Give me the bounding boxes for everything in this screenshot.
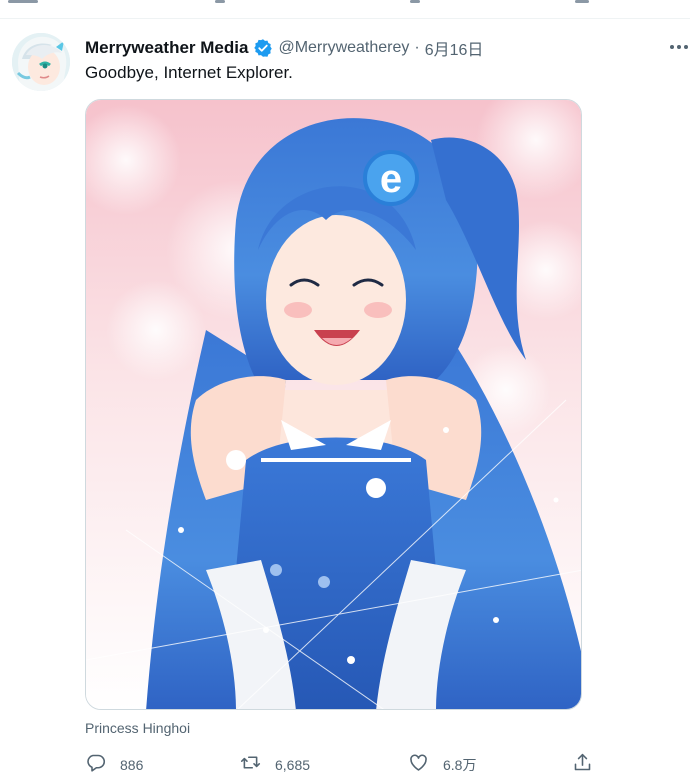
avatar[interactable] [12,33,70,91]
like-count: 6.8万 [443,757,477,773]
separator: · [414,39,420,56]
previous-tweet-edge [0,0,690,20]
tweet-header: Merryweather Media @Merryweatherey · 6月1… [85,37,483,59]
retweet-button[interactable]: 6,685 [240,752,310,778]
like-icon [408,752,429,778]
share-icon [572,752,593,778]
display-name[interactable]: Merryweather Media [85,38,248,58]
more-icon[interactable] [668,38,690,56]
reply-count: 886 [120,757,144,773]
reply-icon [85,752,106,778]
handle[interactable]: @Merryweatherey [278,39,409,57]
like-button[interactable]: 6.8万 [408,752,476,778]
tweet-media[interactable]: e [85,99,582,710]
reply-button[interactable]: 886 [85,752,143,778]
tweet-text: Goodbye, Internet Explorer. [85,63,293,82]
divider [0,18,690,19]
retweet-count: 6,685 [275,757,311,773]
verified-badge-icon [253,38,273,58]
media-illustration: e [86,100,581,709]
share-button[interactable] [572,752,593,778]
retweet-icon [240,752,261,778]
timestamp[interactable]: 6月16日 [425,36,484,60]
svg-text:e: e [380,157,402,201]
tweet-actions: 886 6,685 6.8万 [85,752,605,778]
media-caption[interactable]: Princess Hinghoi [85,720,190,736]
